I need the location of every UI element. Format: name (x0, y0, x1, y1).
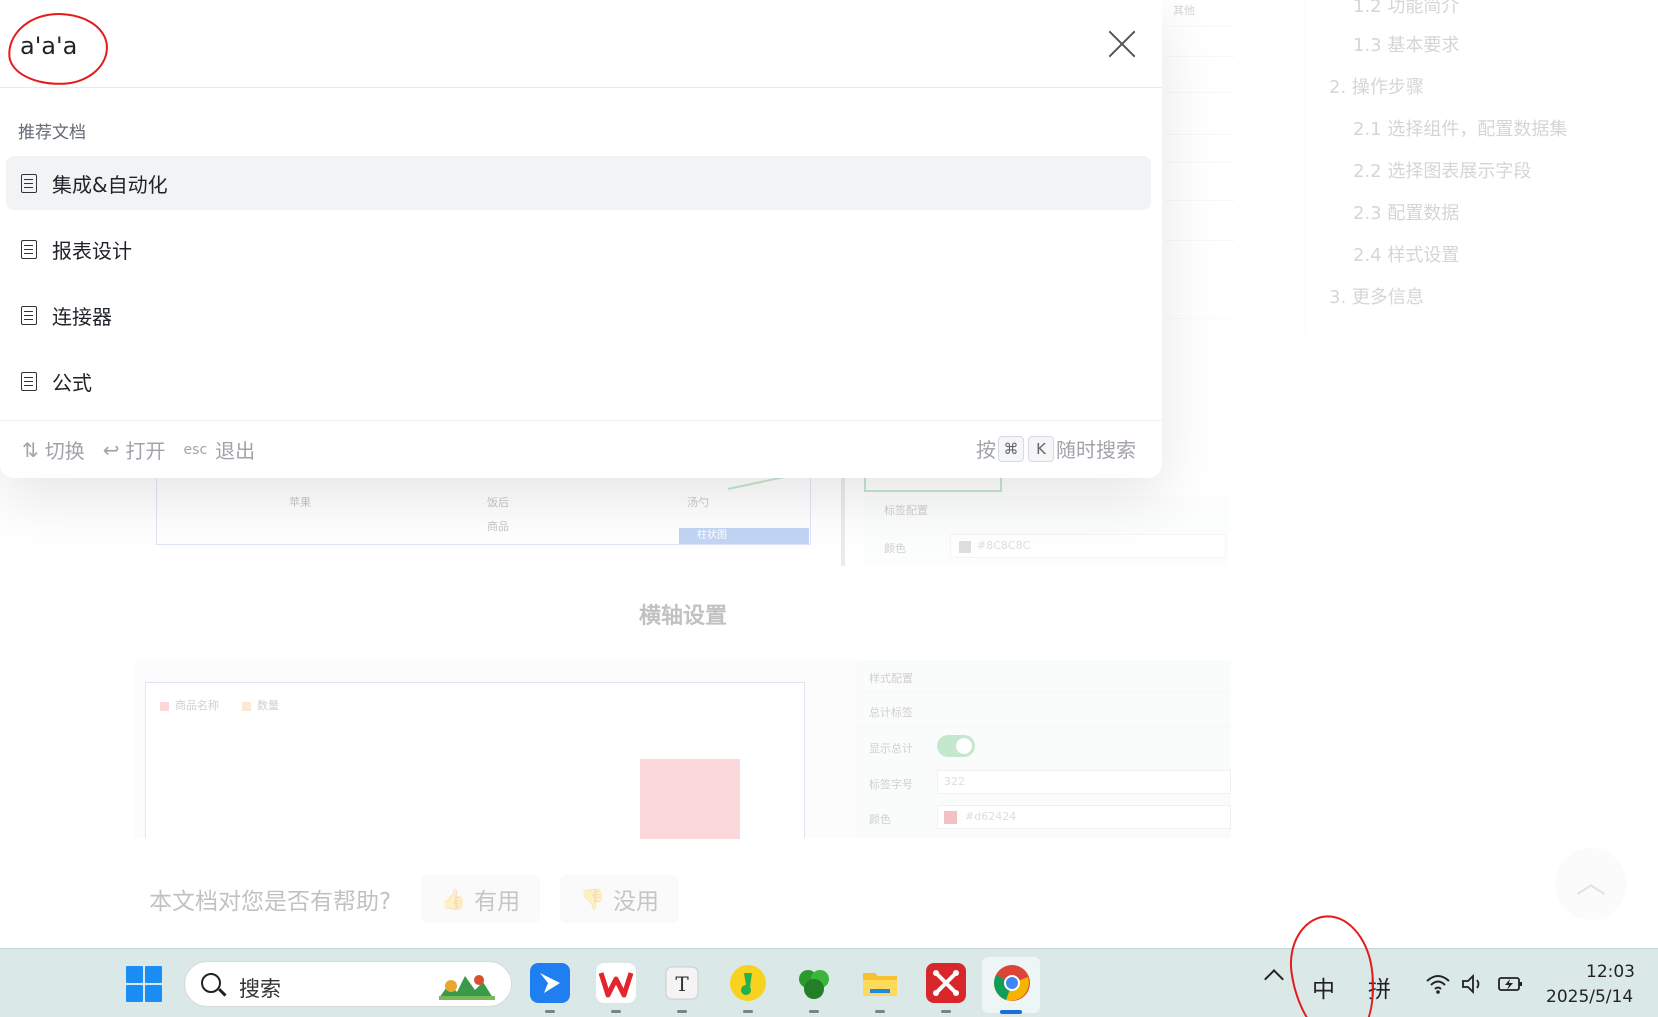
search-result-item[interactable]: 公式 (6, 354, 1151, 408)
bar-chart-preview: 苹果 饭后 汤勺 商品 柱状图 (156, 470, 811, 545)
chart-x-label: 商品 (487, 520, 509, 533)
enter-icon: ↩ (102, 437, 120, 462)
search-bar (0, 0, 1162, 89)
toc-item[interactable]: 2.4 样式设置 (1353, 241, 1459, 267)
thumbs-up-icon: 👍 (441, 887, 467, 911)
windows-logo-icon (126, 966, 143, 983)
label-config-panel: 标签配置 颜色 #8C8C8C (864, 496, 1229, 566)
toc-item[interactable]: 1.2 功能简介 (1353, 0, 1459, 18)
scroll-to-top-button[interactable]: ︿ (1555, 848, 1627, 920)
clock-time[interactable]: 12:03 (1586, 962, 1635, 982)
table-of-contents: 1.2 功能简介 1.3 基本要求 2. 操作步骤 2.1 选择组件，配置数据集… (1305, 0, 1645, 335)
volume-icon[interactable] (1460, 973, 1486, 995)
legend-item: 商品名称 (160, 697, 219, 713)
wifi-icon[interactable] (1425, 973, 1451, 995)
config-panel-strip: 其他 (1165, 0, 1235, 340)
document-icon (21, 371, 37, 391)
taskbar-search-label: 搜索 (239, 977, 281, 1001)
toc-item[interactable]: 2. 操作步骤 (1329, 73, 1424, 99)
toc-item[interactable]: 2.1 选择组件，配置数据集 (1353, 115, 1567, 141)
panel-title: 样式配置 (869, 672, 913, 685)
color-input: #8C8C8C (950, 534, 1226, 558)
taskbar-search-box[interactable]: 搜索 (184, 961, 512, 1007)
result-label: 连接器 (52, 304, 112, 329)
wps-app-icon[interactable] (596, 963, 636, 1003)
font-size-label: 标签字号 (869, 778, 913, 791)
k-key: K (1028, 435, 1054, 462)
toc-item[interactable]: 1.3 基本要求 (1353, 31, 1459, 57)
show-total-label: 显示总计 (869, 742, 913, 755)
shortcut-hint: 按 ⌘ K 随时搜索 (976, 434, 1136, 463)
divider (841, 470, 845, 566)
clover-app-icon[interactable] (794, 963, 834, 1003)
switch-hint: ⇅ 切换 (22, 437, 85, 464)
legend-item: 数量 (242, 697, 279, 713)
font-size-input: 322 (937, 770, 1231, 794)
chrome-app-icon[interactable] (992, 963, 1032, 1003)
search-highlight-illustration-icon (439, 975, 495, 1000)
chevron-up-icon: ︿ (1576, 866, 1606, 901)
feedback-bar: 本文档对您是否有帮助? 👍 有用 👎 没用 (149, 875, 699, 923)
chart-screenshot-2: 商品名称 数量 样式配置 总计标签 显示总计 标签字号 322 颜色 #d624… (134, 660, 1231, 839)
search-input[interactable] (20, 26, 1020, 66)
xmind-app-icon[interactable] (926, 963, 966, 1003)
chart-bar (640, 759, 740, 839)
command-key: ⌘ (998, 435, 1024, 462)
search-result-item[interactable]: 连接器 (6, 288, 1151, 342)
useless-button[interactable]: 👎 没用 (560, 875, 680, 923)
clock-date[interactable]: 2025/5/14 (1546, 987, 1633, 1007)
battery-charging-icon[interactable] (1496, 973, 1524, 995)
config-label: 其他 (1173, 4, 1195, 17)
result-label: 公式 (52, 370, 92, 395)
search-icon (201, 973, 221, 993)
total-label-heading: 总计标签 (869, 706, 913, 719)
search-result-item[interactable]: 集成&自动化 (6, 156, 1151, 210)
useful-button[interactable]: 👍 有用 (421, 875, 541, 923)
color-label: 颜色 (884, 542, 906, 555)
search-result-item[interactable]: 报表设计 (6, 222, 1151, 276)
show-total-toggle (937, 735, 975, 757)
result-label: 报表设计 (52, 238, 132, 263)
document-icon (21, 173, 37, 193)
typora-app-icon[interactable]: T (662, 963, 702, 1003)
toc-item[interactable]: 2.3 配置数据 (1353, 199, 1459, 225)
panel-title: 标签配置 (884, 504, 928, 517)
chart-type-badge: 柱状图 (679, 528, 809, 544)
close-button[interactable] (1102, 24, 1142, 64)
toc-item[interactable]: 3. 更多信息 (1329, 283, 1424, 309)
feishu-app-icon[interactable] (530, 963, 570, 1003)
svg-text:T: T (675, 972, 689, 996)
file-explorer-app-icon[interactable] (860, 963, 900, 1003)
result-label: 集成&自动化 (52, 172, 168, 197)
esc-key: esc (183, 441, 208, 458)
feedback-question: 本文档对您是否有帮助? (149, 889, 392, 915)
chart-preview: 商品名称 数量 (145, 682, 805, 839)
toc-item[interactable]: 2.2 选择图表展示字段 (1353, 157, 1531, 183)
chart-tick-label: 苹果 (289, 496, 311, 509)
thumbs-down-icon: 👎 (580, 887, 606, 911)
color-input: #d62424 (937, 805, 1231, 829)
exit-hint: esc 退出 (183, 439, 256, 463)
taskbar: 搜索 T (0, 948, 1658, 1017)
active-app-indicator (1000, 1010, 1022, 1014)
color-swatch (959, 541, 971, 553)
document-icon (21, 239, 37, 259)
section-heading: 横轴设置 (638, 604, 727, 629)
search-footer: ⇅ 切换 ↩ 打开 esc 退出 按 ⌘ K 随时搜索 (0, 420, 1162, 478)
recommended-docs-label: 推荐文档 (18, 123, 86, 143)
up-down-arrows-icon: ⇅ (22, 437, 39, 462)
color-swatch (944, 810, 957, 824)
style-config-panel: 样式配置 总计标签 显示总计 标签字号 322 颜色 #d62424 (857, 660, 1231, 838)
qq-music-app-icon[interactable] (728, 963, 768, 1003)
chart-tick-label: 饭后 (487, 496, 509, 509)
color-label: 颜色 (869, 813, 891, 826)
annotation-circle (5, 9, 111, 89)
chart-tick-label: 汤勺 (687, 496, 709, 509)
windows-start-button[interactable] (126, 966, 162, 1002)
document-icon (21, 305, 37, 325)
search-modal: 推荐文档 集成&自动化 报表设计 连接器 公式 ⇅切换 ↩打开 esc退出 按 … (0, 0, 1162, 478)
open-hint: ↩ 打开 (102, 437, 166, 464)
